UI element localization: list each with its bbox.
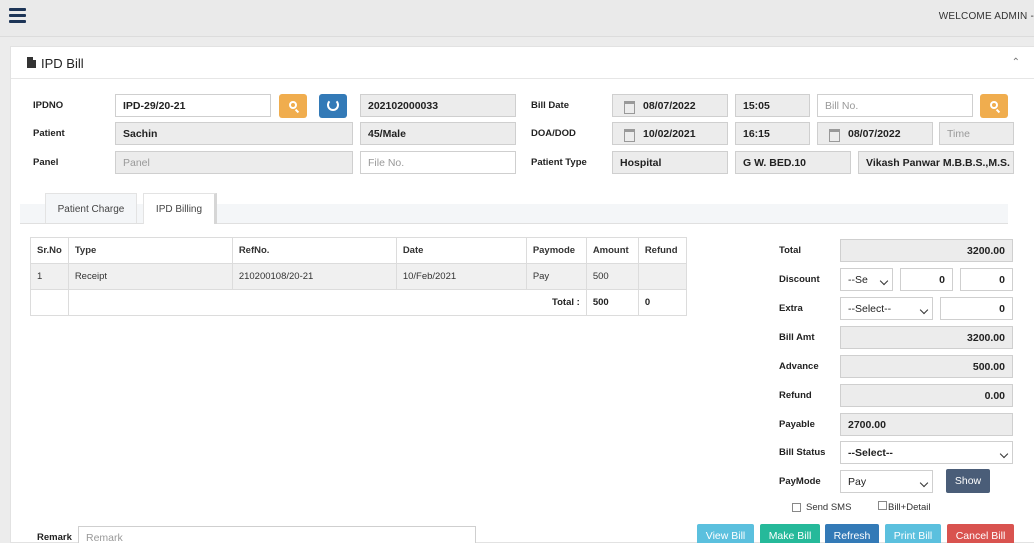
extra-input[interactable]: 0 (940, 297, 1013, 320)
make-bill-button[interactable]: Make Bill (760, 524, 820, 543)
patient-name-field[interactable]: Sachin (115, 122, 353, 145)
col-refund: Refund (637, 237, 687, 264)
print-bill-button[interactable]: Print Bill (885, 524, 941, 543)
doctor-field[interactable]: Vikash Panwar M.B.B.S.,M.S. (858, 151, 1014, 174)
col-srno: Sr.No (30, 237, 69, 264)
search-bill-button[interactable] (980, 94, 1008, 118)
refund-field[interactable]: 0.00 (840, 384, 1013, 407)
panel-header: IPD Bill ⌃ (11, 47, 1034, 79)
discount-amount-input[interactable]: 0 (960, 268, 1013, 291)
summary-total-field[interactable]: 3200.00 (840, 239, 1013, 262)
send-sms-checkbox[interactable] (792, 503, 801, 512)
show-button[interactable]: Show (946, 469, 990, 493)
extra-select[interactable]: --Select-- (840, 297, 933, 320)
cell-paymode: Pay (525, 263, 587, 290)
bill-date-label: Bill Date (531, 100, 570, 111)
hamburger-menu-icon[interactable] (9, 8, 26, 23)
bill-amt-label: Bill Amt (779, 332, 815, 343)
refresh-ipd-button[interactable] (319, 94, 347, 118)
bill-status-select[interactable]: --Select-- (840, 441, 1013, 464)
bed-field[interactable]: G W. BED.10 (735, 151, 851, 174)
extra-label: Extra (779, 303, 803, 314)
table-row[interactable]: 1 Receipt 210200108/20-21 10/Feb/2021 Pa… (30, 263, 687, 290)
cell-date: 10/Feb/2021 (395, 263, 527, 290)
col-amount: Amount (585, 237, 639, 264)
file-no-input[interactable]: File No. (360, 151, 516, 174)
remark-input[interactable]: Remark (78, 526, 476, 543)
paymode-select[interactable]: Pay (840, 470, 933, 493)
total-amount: 500 (585, 289, 639, 316)
remark-label: Remark (37, 532, 72, 543)
search-ipd-button[interactable] (279, 94, 307, 118)
tab-ipd-billing[interactable]: IPD Billing (143, 193, 217, 224)
cancel-bill-button[interactable]: Cancel Bill (947, 524, 1014, 543)
summary-total-label: Total (779, 245, 801, 256)
dod-time-input[interactable]: Time (939, 122, 1014, 145)
cell-refund (637, 263, 687, 290)
doa-time-input[interactable]: 16:15 (735, 122, 810, 145)
view-bill-button[interactable]: View Bill (697, 524, 754, 543)
refresh-icon (327, 99, 339, 111)
ipd-code-field[interactable]: 202102000033 (360, 94, 516, 117)
chevron-up-icon[interactable]: ⌃ (1012, 57, 1020, 68)
col-refno: RefNo. (231, 237, 397, 264)
bill-detail-label: Bill+Detail (888, 502, 931, 513)
doa-date-input[interactable]: 10/02/2021 (612, 122, 728, 145)
dod-date-input[interactable]: 08/07/2022 (817, 122, 933, 145)
discount-type-select[interactable]: --Se (840, 268, 893, 291)
discount-label: Discount (779, 274, 820, 285)
bill-date-input[interactable]: 08/07/2022 (612, 94, 728, 117)
bill-no-input[interactable]: Bill No. (817, 94, 973, 117)
bill-amt-field[interactable]: 3200.00 (840, 326, 1013, 349)
search-icon (990, 101, 998, 109)
bill-detail-checkbox[interactable] (878, 501, 887, 510)
col-date: Date (395, 237, 527, 264)
total-refund: 0 (637, 289, 687, 316)
refund-label: Refund (779, 390, 812, 401)
patient-label: Patient (33, 128, 65, 139)
table-total-row: Total : 500 0 (30, 289, 687, 316)
patient-type-field[interactable]: Hospital (612, 151, 728, 174)
refresh-button[interactable]: Refresh (825, 524, 879, 543)
billing-table: Sr.No Type RefNo. Date Paymode Amount Re… (30, 237, 687, 316)
table-header-row: Sr.No Type RefNo. Date Paymode Amount Re… (30, 237, 687, 264)
ipdno-input[interactable]: IPD-29/20-21 (115, 94, 271, 117)
total-empty-cell (30, 289, 69, 316)
doa-dod-label: DOA/DOD (531, 128, 576, 139)
total-label: Total : (68, 289, 587, 316)
payable-field[interactable]: 2700.00 (840, 413, 1013, 436)
ipdno-label: IPDNO (33, 100, 64, 111)
panel-input[interactable]: Panel (115, 151, 353, 174)
cell-srno: 1 (30, 263, 69, 290)
patient-type-label: Patient Type (531, 157, 587, 168)
top-bar: WELCOME ADMIN - (0, 0, 1034, 37)
bill-status-label: Bill Status (779, 447, 826, 458)
welcome-text[interactable]: WELCOME ADMIN - (939, 11, 1034, 22)
patient-agesex-field[interactable]: 45/Male (360, 122, 516, 145)
col-type: Type (67, 237, 233, 264)
cell-amount: 500 (585, 263, 639, 290)
tab-patient-charge[interactable]: Patient Charge (45, 193, 137, 223)
search-icon (289, 101, 297, 109)
advance-label: Advance (779, 361, 819, 372)
cell-type: Receipt (67, 263, 233, 290)
panel-title: IPD Bill (41, 56, 84, 71)
advance-field[interactable]: 500.00 (840, 355, 1013, 378)
panel-label: Panel (33, 157, 59, 168)
document-icon (27, 57, 36, 68)
payable-label: Payable (779, 419, 815, 430)
send-sms-label: Send SMS (806, 502, 852, 513)
discount-percent-input[interactable]: 0 (900, 268, 953, 291)
cell-refno: 210200108/20-21 (231, 263, 397, 290)
paymode-label: PayMode (779, 476, 821, 487)
col-paymode: Paymode (525, 237, 587, 264)
bill-time-input[interactable]: 15:05 (735, 94, 810, 117)
